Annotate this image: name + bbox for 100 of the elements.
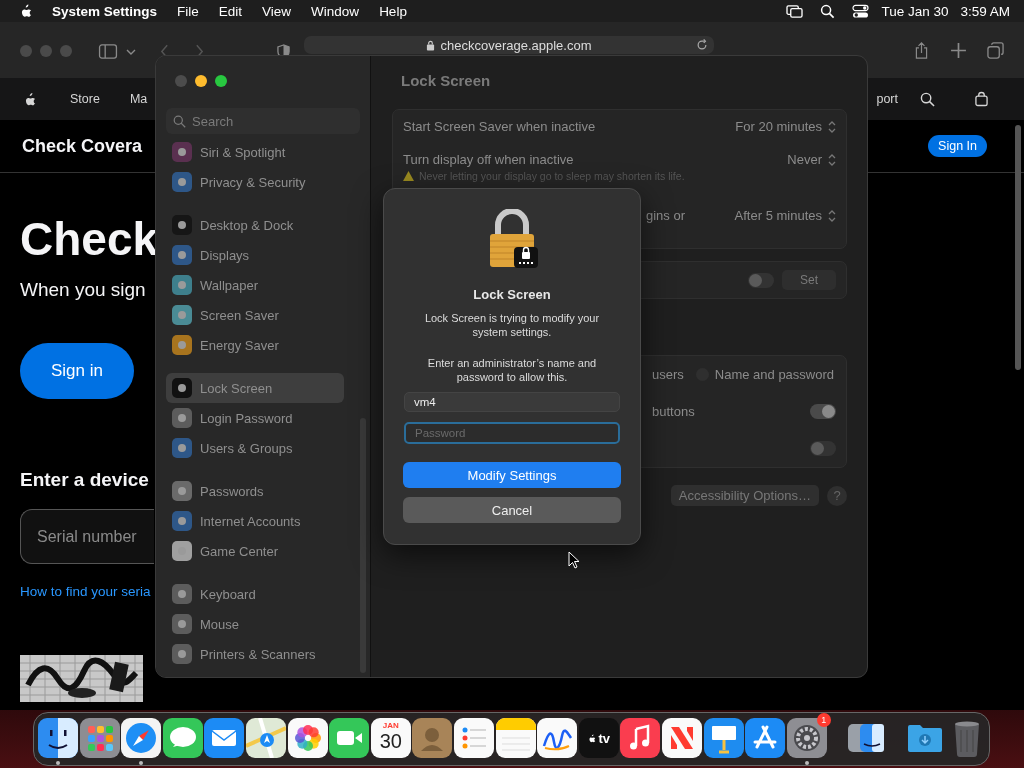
speech-bubble-icon[interactable]	[162, 718, 203, 758]
sidebar-item[interactable]: Wallpaper	[166, 270, 344, 300]
control-center-icon[interactable]	[852, 3, 870, 19]
shopping-bag-icon[interactable]	[975, 91, 988, 107]
settings-tile-icon	[172, 408, 192, 428]
cancel-button[interactable]: Cancel	[403, 497, 621, 523]
running-indicator	[804, 761, 809, 765]
sidebar-item[interactable]: Mouse	[166, 609, 344, 639]
search-icon[interactable]	[819, 3, 837, 19]
checklist-icon[interactable]	[453, 718, 494, 758]
news-icon[interactable]	[661, 718, 702, 758]
sidebar-item[interactable]: Energy Saver	[166, 330, 344, 360]
sidebar-item[interactable]: Users & Groups	[166, 433, 344, 463]
sidebar-item[interactable]: Printers & Scanners	[166, 639, 344, 669]
menu-item[interactable]: View	[262, 3, 292, 19]
notepad-icon[interactable]	[495, 718, 536, 758]
up-down-chevron-icon	[828, 120, 836, 133]
reload-icon[interactable]	[696, 39, 708, 51]
flower-icon[interactable]	[287, 718, 328, 758]
toggle-switch[interactable]	[810, 441, 836, 456]
sidebar-item[interactable]: Internet Accounts	[166, 506, 344, 536]
sidebar-item[interactable]: Desktop & Dock	[166, 210, 344, 240]
share-icon[interactable]	[913, 42, 930, 59]
window-zoom-button[interactable]	[215, 75, 227, 87]
nav-link[interactable]: port	[876, 92, 898, 106]
chevron-down-icon[interactable]	[126, 48, 136, 56]
popup-button[interactable]: Never	[787, 152, 836, 167]
settings-tile-icon	[172, 481, 192, 501]
dialog-title: Lock Screen	[473, 287, 551, 302]
address-field[interactable]: checkcoverage.apple.com	[304, 36, 714, 54]
page-subtitle: When you sign	[20, 279, 146, 301]
cursor-icon	[568, 551, 580, 569]
smiling-face-icon[interactable]	[38, 718, 78, 758]
accessibility-options-button[interactable]: Accessibility Options…	[670, 485, 819, 506]
setting-label: gins or	[646, 208, 686, 223]
envelope-icon[interactable]	[204, 718, 245, 758]
up-down-chevron-icon	[828, 209, 836, 222]
radio-label: Name and password	[714, 367, 835, 382]
contact-book-icon[interactable]	[412, 718, 453, 758]
app-grid-icon[interactable]	[79, 718, 120, 758]
sidebar-item[interactable]: Login Password	[166, 403, 344, 433]
video-camera-icon[interactable]	[329, 718, 370, 758]
password-field[interactable]: Password	[404, 422, 620, 444]
calendar-icon[interactable]: JAN 30	[370, 718, 411, 758]
toggle-switch[interactable]	[748, 272, 774, 288]
settings-tile-icon	[172, 511, 192, 531]
search-icon[interactable]	[920, 91, 935, 107]
settings-tile-icon	[172, 614, 192, 634]
music-note-icon[interactable]	[620, 718, 661, 758]
window-minimize-button[interactable]	[195, 75, 207, 87]
podium-icon[interactable]	[703, 718, 744, 758]
sidebar-item[interactable]: Passwords	[166, 476, 344, 506]
popup-button[interactable]: After 5 minutes	[734, 208, 836, 223]
map-icon[interactable]	[245, 718, 286, 758]
help-link[interactable]: How to find your seria	[20, 584, 151, 599]
compass-icon[interactable]	[121, 718, 162, 758]
popup-button[interactable]: For 20 minutes	[735, 119, 836, 134]
screen-mirroring-icon[interactable]	[786, 3, 804, 19]
scribble-icon[interactable]	[537, 718, 578, 758]
tv-app-icon[interactable]: tv	[578, 718, 619, 758]
up-down-chevron-icon	[828, 153, 836, 166]
scrollbar[interactable]	[1015, 125, 1021, 370]
setting-label: users	[652, 367, 684, 382]
nav-link[interactable]: Store	[70, 92, 100, 106]
sidebar-item[interactable]: Privacy & Security	[166, 167, 344, 197]
sidebar-item[interactable]: Keyboard	[166, 579, 344, 609]
help-button[interactable]: ?	[827, 485, 847, 506]
sidebar-item[interactable]: Displays	[166, 240, 344, 270]
menu-date[interactable]: Tue Jan 30	[881, 3, 949, 19]
menu-item[interactable]: Window	[311, 3, 360, 19]
settings-tile-icon	[172, 378, 192, 398]
app-store-icon[interactable]	[745, 718, 786, 758]
search-field[interactable]: Search	[166, 108, 360, 134]
setting-label: Start Screen Saver when inactive	[403, 119, 596, 134]
new-tab-icon[interactable]	[950, 42, 967, 59]
sidebar-item[interactable]: Game Center	[166, 536, 344, 566]
serial-number-field[interactable]: Serial number	[20, 509, 154, 564]
notification-badge: 1	[816, 713, 831, 727]
settings-tile-icon	[172, 305, 192, 325]
nav-link[interactable]: Ma	[129, 92, 148, 106]
menu-item[interactable]: Edit	[218, 3, 243, 19]
toggle-switch[interactable]	[810, 404, 836, 419]
pane-title: Lock Screen	[400, 70, 492, 91]
menu-app-name[interactable]: System Settings	[52, 3, 158, 19]
menu-item[interactable]: File	[177, 3, 199, 19]
apple-icon	[587, 732, 598, 744]
sign-in-button[interactable]: Sign in	[20, 343, 134, 399]
sidebar-item[interactable]: Siri & Spotlight	[166, 137, 344, 167]
set-button[interactable]: Set	[782, 270, 836, 290]
gear-icon[interactable]	[786, 718, 827, 758]
sign-in-button[interactable]: Sign In	[928, 135, 987, 157]
name-field[interactable]: vm4	[404, 392, 620, 412]
menu-time[interactable]: 3:59 AM	[960, 3, 1010, 19]
settings-tile-icon	[172, 215, 192, 235]
sidebar-item[interactable]: Screen Saver	[166, 300, 344, 330]
sidebar-icon[interactable]	[98, 44, 118, 59]
tab-overview-icon[interactable]	[987, 42, 1004, 59]
modify-settings-button[interactable]: Modify Settings	[403, 462, 621, 488]
sidebar-item[interactable]: Lock Screen	[166, 373, 344, 403]
menu-item[interactable]: Help	[379, 3, 407, 19]
